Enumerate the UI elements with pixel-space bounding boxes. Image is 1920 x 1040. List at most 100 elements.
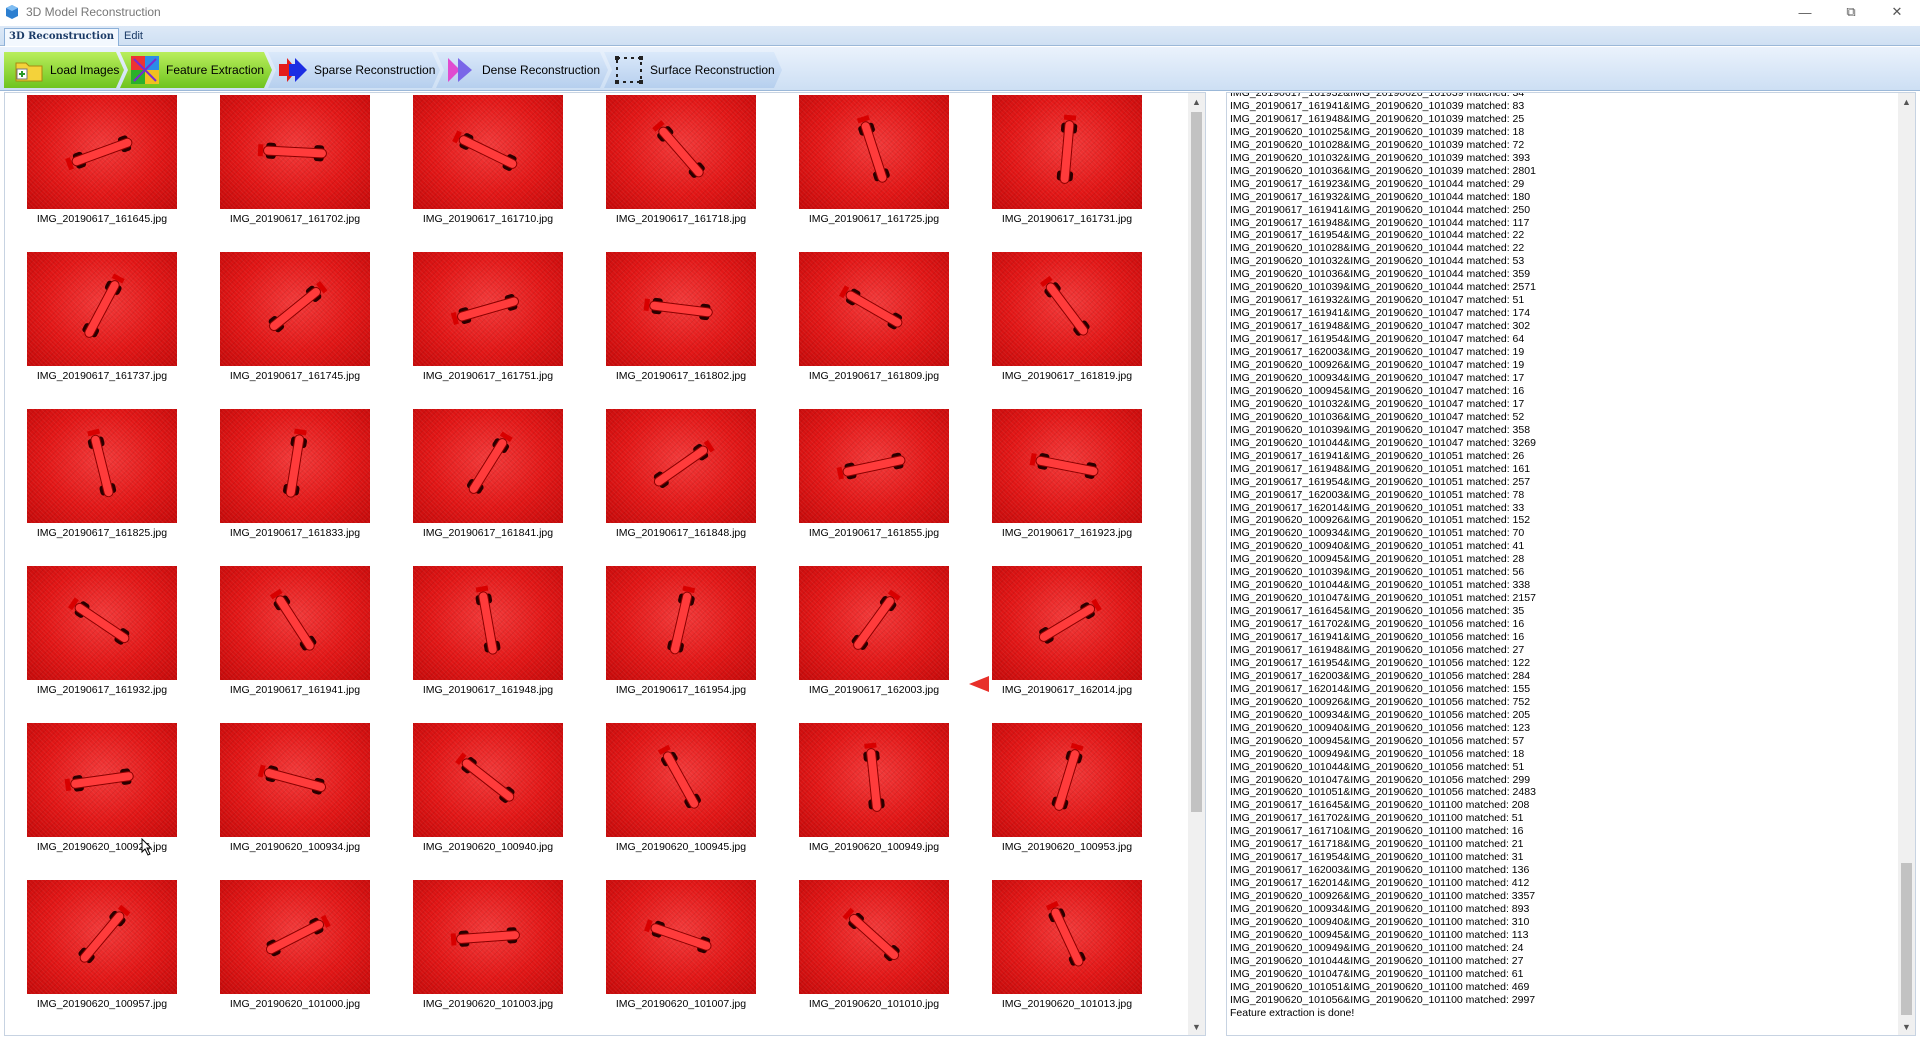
image-thumbnail-item[interactable]: IMG_20190617_161731.jpg: [992, 95, 1142, 252]
scroll-down-arrow-icon[interactable]: ▼: [1188, 1018, 1205, 1035]
image-thumbnail[interactable]: [413, 252, 563, 366]
image-thumbnail-item[interactable]: IMG_20190617_161932.jpg: [27, 566, 177, 723]
image-thumbnail-item[interactable]: IMG_20190617_161841.jpg: [413, 409, 563, 566]
image-thumbnail-item[interactable]: IMG_20190620_101000.jpg: [220, 880, 370, 1035]
title-bar: 3D Model Reconstruction — ⧉ ✕: [0, 0, 1920, 24]
surface-reconstruction-button[interactable]: Surface Reconstruction: [604, 52, 782, 88]
image-thumbnail-item[interactable]: IMG_20190617_162014.jpg: [992, 566, 1142, 723]
image-thumbnail-item[interactable]: IMG_20190617_161948.jpg: [413, 566, 563, 723]
restore-button[interactable]: ⧉: [1828, 0, 1874, 24]
image-thumbnail-item[interactable]: IMG_20190617_161702.jpg: [220, 95, 370, 252]
image-thumbnail[interactable]: [27, 566, 177, 680]
image-thumbnail-item[interactable]: IMG_20190617_161833.jpg: [220, 409, 370, 566]
image-thumbnail-item[interactable]: IMG_20190617_161751.jpg: [413, 252, 563, 409]
image-thumbnail-item[interactable]: IMG_20190617_161855.jpg: [799, 409, 949, 566]
image-thumbnail-item[interactable]: IMG_20190617_161941.jpg: [220, 566, 370, 723]
image-thumbnail-item[interactable]: IMG_20190617_161923.jpg: [992, 409, 1142, 566]
image-thumbnail-item[interactable]: IMG_20190617_161825.jpg: [27, 409, 177, 566]
image-thumbnail[interactable]: [220, 252, 370, 366]
image-thumbnail[interactable]: [799, 880, 949, 994]
image-thumbnail[interactable]: [220, 723, 370, 837]
image-thumbnail-item[interactable]: IMG_20190620_101003.jpg: [413, 880, 563, 1035]
image-thumbnail[interactable]: [992, 252, 1142, 366]
car-model-image: [67, 596, 137, 651]
image-thumbnail[interactable]: [220, 880, 370, 994]
image-thumbnail[interactable]: [27, 252, 177, 366]
image-thumbnail[interactable]: [606, 252, 756, 366]
image-thumbnail-item[interactable]: IMG_20190617_162003.jpg: [799, 566, 949, 723]
dense-arrows-icon: [446, 55, 476, 85]
image-thumbnail[interactable]: [606, 880, 756, 994]
image-thumbnail[interactable]: [606, 95, 756, 209]
image-thumbnail-panel[interactable]: IMG_20190617_161645.jpg IMG_20190617_1617…: [4, 92, 1206, 1036]
image-thumbnail-item[interactable]: IMG_20190617_161848.jpg: [606, 409, 756, 566]
image-thumbnail-item[interactable]: IMG_20190617_161718.jpg: [606, 95, 756, 252]
image-thumbnail[interactable]: [799, 566, 949, 680]
image-thumbnail[interactable]: [992, 409, 1142, 523]
scroll-up-arrow-icon[interactable]: ▲: [1898, 93, 1915, 110]
image-thumbnail[interactable]: [413, 880, 563, 994]
image-thumbnail-item[interactable]: IMG_20190617_161710.jpg: [413, 95, 563, 252]
close-button[interactable]: ✕: [1874, 0, 1920, 24]
image-thumbnail-item[interactable]: IMG_20190617_161725.jpg: [799, 95, 949, 252]
image-thumbnail[interactable]: [27, 880, 177, 994]
image-thumbnail-item[interactable]: IMG_20190617_161954.jpg: [606, 566, 756, 723]
image-thumbnail-item[interactable]: IMG_20190620_100940.jpg: [413, 723, 563, 880]
minimize-button[interactable]: —: [1782, 0, 1828, 24]
tab-edit[interactable]: Edit: [120, 28, 147, 46]
image-thumbnail[interactable]: [799, 723, 949, 837]
image-thumbnail-item[interactable]: IMG_20190620_101010.jpg: [799, 880, 949, 1035]
log-line: IMG_20190620_101047&IMG_20190620_101056 …: [1230, 773, 1531, 786]
image-thumbnail[interactable]: [606, 723, 756, 837]
image-thumbnail[interactable]: [27, 95, 177, 209]
tab-3d-reconstruction[interactable]: 3D Reconstruction: [4, 28, 120, 46]
scroll-up-arrow-icon[interactable]: ▲: [1188, 93, 1205, 110]
log-panel-scrollbar[interactable]: ▲ ▼: [1898, 93, 1915, 1035]
image-thumbnail[interactable]: [413, 409, 563, 523]
image-thumbnail[interactable]: [992, 95, 1142, 209]
image-thumbnail[interactable]: [799, 252, 949, 366]
image-thumbnail-item[interactable]: IMG_20190617_161737.jpg: [27, 252, 177, 409]
image-thumbnail-item[interactable]: IMG_20190620_100926.jpg: [27, 723, 177, 880]
dense-reconstruction-button[interactable]: Dense Reconstruction: [436, 52, 608, 88]
image-thumbnail-item[interactable]: IMG_20190617_161745.jpg: [220, 252, 370, 409]
image-thumbnail-item[interactable]: IMG_20190620_100945.jpg: [606, 723, 756, 880]
log-output-panel[interactable]: IMG_20190617_161932&IMG_20190620_101039 …: [1226, 92, 1916, 1036]
scroll-thumb[interactable]: [1191, 112, 1202, 812]
load-images-button[interactable]: Load Images: [4, 52, 124, 88]
log-line: IMG_20190620_100934&IMG_20190620_101056 …: [1230, 708, 1531, 721]
image-thumbnail-item[interactable]: IMG_20190617_161802.jpg: [606, 252, 756, 409]
image-thumbnail[interactable]: [413, 723, 563, 837]
sparse-reconstruction-button[interactable]: Sparse Reconstruction: [268, 52, 440, 88]
image-thumbnail-item[interactable]: IMG_20190620_100953.jpg: [992, 723, 1142, 880]
image-thumbnail[interactable]: [413, 95, 563, 209]
image-thumbnail-item[interactable]: IMG_20190617_161645.jpg: [27, 95, 177, 252]
image-filename: IMG_20190617_161737.jpg: [36, 370, 168, 382]
image-thumbnail-item[interactable]: IMG_20190620_100957.jpg: [27, 880, 177, 1035]
image-thumbnail-item[interactable]: IMG_20190620_100949.jpg: [799, 723, 949, 880]
image-thumbnail-item[interactable]: IMG_20190620_101013.jpg: [992, 880, 1142, 1035]
image-thumbnail[interactable]: [220, 95, 370, 209]
image-filename: IMG_20190620_101003.jpg: [422, 998, 554, 1010]
image-thumbnail[interactable]: [220, 409, 370, 523]
image-thumbnail[interactable]: [606, 409, 756, 523]
image-thumbnail[interactable]: [799, 95, 949, 209]
image-thumbnail-item[interactable]: IMG_20190620_101007.jpg: [606, 880, 756, 1035]
image-filename: IMG_20190617_161702.jpg: [229, 213, 361, 225]
image-thumbnail[interactable]: [606, 566, 756, 680]
image-thumbnail[interactable]: [799, 409, 949, 523]
image-thumbnail-item[interactable]: IMG_20190617_161819.jpg: [992, 252, 1142, 409]
image-thumbnail[interactable]: [27, 409, 177, 523]
feature-extraction-button[interactable]: Feature Extraction: [120, 52, 272, 88]
image-thumbnail-item[interactable]: IMG_20190620_100934.jpg: [220, 723, 370, 880]
image-thumbnail[interactable]: [992, 723, 1142, 837]
image-thumbnail[interactable]: [27, 723, 177, 837]
image-thumbnail[interactable]: [992, 880, 1142, 994]
image-thumbnail[interactable]: [413, 566, 563, 680]
image-thumbnail-item[interactable]: IMG_20190617_161809.jpg: [799, 252, 949, 409]
scroll-thumb[interactable]: [1901, 863, 1912, 1015]
image-thumbnail[interactable]: [220, 566, 370, 680]
scroll-down-arrow-icon[interactable]: ▼: [1898, 1018, 1915, 1035]
image-panel-scrollbar[interactable]: ▲ ▼: [1188, 93, 1205, 1035]
image-thumbnail[interactable]: [992, 566, 1142, 680]
